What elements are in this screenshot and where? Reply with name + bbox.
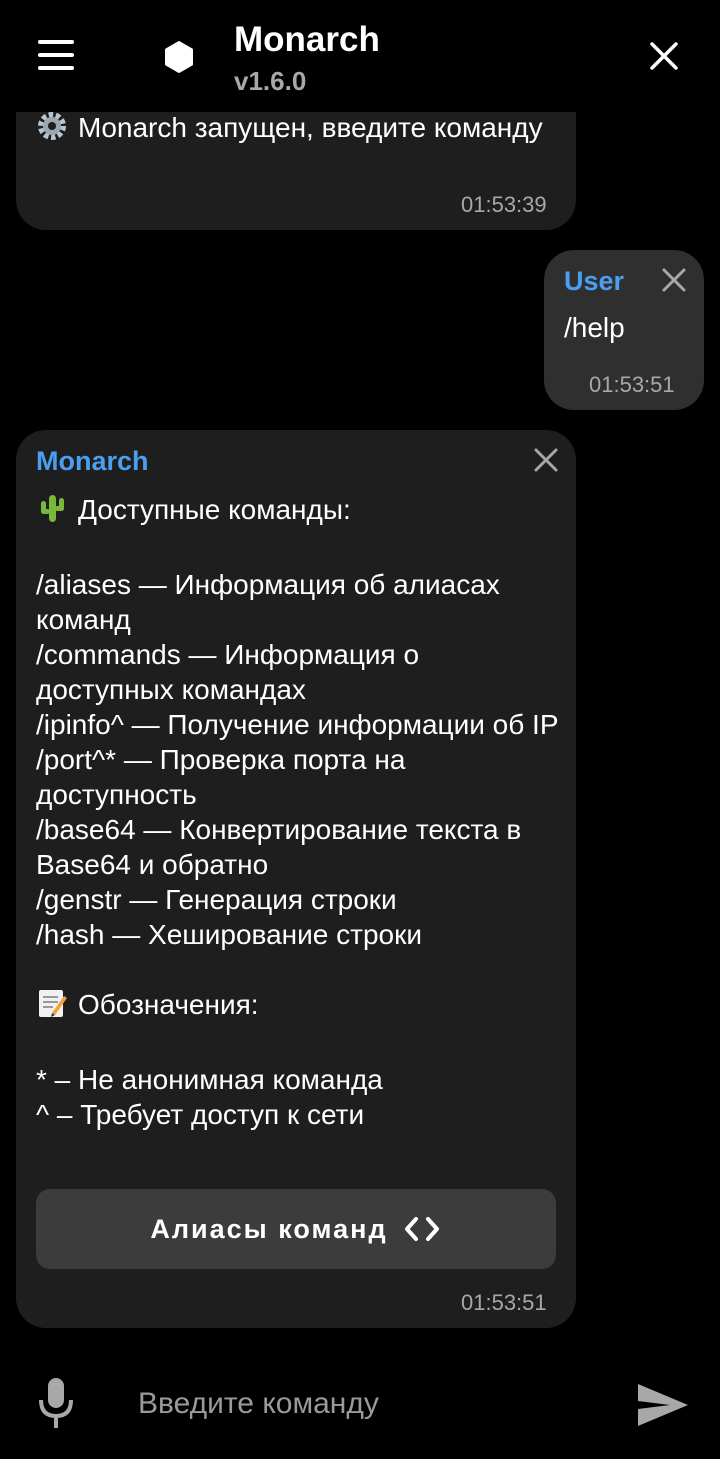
hexagon-icon bbox=[162, 40, 196, 74]
send-icon bbox=[638, 1384, 688, 1426]
close-button[interactable] bbox=[648, 40, 680, 72]
app-header: Monarch v1.6.0 bbox=[0, 0, 720, 112]
cactus-icon bbox=[36, 492, 68, 532]
input-bar bbox=[0, 1350, 720, 1459]
code-icon bbox=[404, 1217, 439, 1241]
voice-input-button[interactable] bbox=[36, 1376, 76, 1430]
close-icon bbox=[650, 42, 678, 70]
microphone-icon bbox=[39, 1378, 73, 1428]
delete-message-button[interactable] bbox=[530, 444, 562, 476]
command-aliases-button[interactable]: Алиасы команд bbox=[36, 1189, 556, 1269]
close-icon bbox=[662, 268, 686, 292]
message-timestamp: 01:53:51 bbox=[589, 372, 675, 397]
app-title: Monarch bbox=[234, 20, 380, 59]
delete-message-button[interactable] bbox=[658, 264, 690, 296]
user-message-bubble: User /help 01:53:51 bbox=[544, 250, 704, 410]
command-line: /hash — Хеширование строки bbox=[36, 919, 422, 950]
close-icon bbox=[534, 448, 558, 472]
command-line: /base64 — Конвертирование текста в Base6… bbox=[36, 814, 522, 880]
message-timestamp: 01:53:39 bbox=[461, 192, 547, 217]
message-body: Доступные команды: /aliases — Информация… bbox=[36, 492, 561, 1132]
message-text: /help bbox=[564, 312, 625, 343]
memo-icon bbox=[36, 987, 68, 1027]
app-version: v1.6.0 bbox=[234, 66, 307, 96]
send-button[interactable] bbox=[636, 1382, 690, 1428]
legend-heading: Обозначения: bbox=[78, 989, 259, 1020]
message-text: Monarch запущен, введите команду bbox=[78, 112, 543, 143]
message-sender: Monarch bbox=[36, 446, 149, 476]
command-line: /genstr — Генерация строки bbox=[36, 884, 397, 915]
button-label: Алиасы команд bbox=[150, 1213, 388, 1244]
command-line: /aliases — Информация об алиасах команд bbox=[36, 569, 500, 635]
message-sender: User bbox=[564, 266, 625, 296]
command-line: /commands — Информация о доступных коман… bbox=[36, 639, 420, 705]
command-line: /port^* — Проверка порта на доступность bbox=[36, 744, 406, 810]
legend-line: ^ – Требует доступ к сети bbox=[36, 1099, 365, 1130]
message-timestamp: 01:53:51 bbox=[461, 1290, 547, 1315]
command-input[interactable] bbox=[136, 1380, 600, 1428]
commands-heading: Доступные команды: bbox=[78, 494, 351, 525]
legend-line: * – Не анонимная команда bbox=[36, 1064, 383, 1095]
menu-button[interactable] bbox=[38, 40, 74, 70]
bot-message-bubble: Monarch Доступные команды: /aliases — Ин… bbox=[16, 430, 576, 1328]
gear-icon bbox=[36, 110, 68, 150]
command-line: /ipinfo^ — Получение информации об IP bbox=[36, 709, 559, 740]
